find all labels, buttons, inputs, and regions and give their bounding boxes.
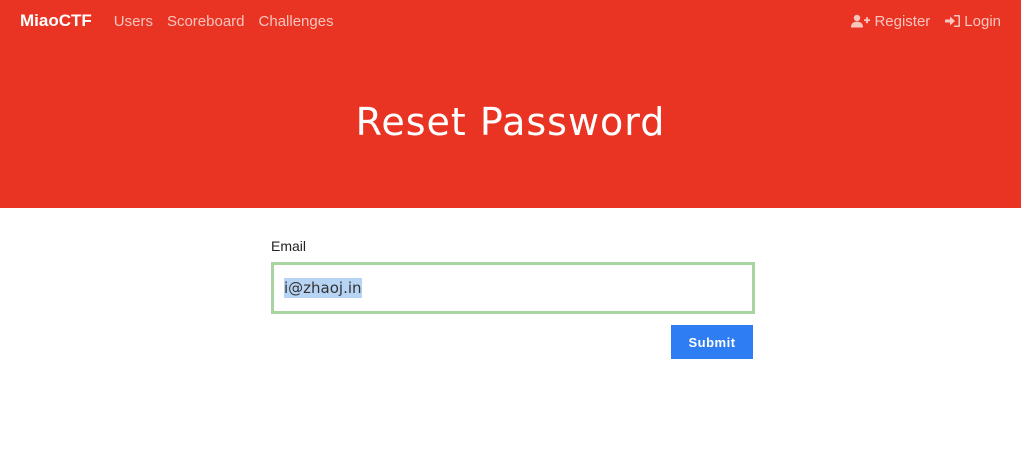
submit-button[interactable]: Submit: [671, 325, 753, 359]
nav-right-group: Register Login: [836, 13, 1001, 30]
nav-users-link[interactable]: Users: [114, 13, 153, 30]
sign-in-icon: [945, 15, 961, 27]
login-link[interactable]: Login: [945, 13, 1001, 30]
register-label: Register: [874, 12, 931, 30]
login-label: Login: [964, 12, 1001, 30]
register-link[interactable]: Register: [851, 13, 930, 30]
email-label: Email: [271, 238, 307, 254]
user-plus-icon: [851, 14, 871, 28]
page-title: Reset Password: [355, 100, 666, 144]
email-value: i@zhaoj.in: [284, 278, 362, 298]
nav-scoreboard-link[interactable]: Scoreboard: [167, 13, 245, 30]
reset-password-form: Email i@zhaoj.in Submit: [271, 238, 755, 359]
top-navbar: MiaoCTF Users Scoreboard Challenges Regi…: [0, 0, 1021, 42]
brand-link[interactable]: MiaoCTF: [20, 11, 92, 31]
email-field[interactable]: i@zhaoj.in: [271, 262, 755, 314]
nav-challenges-link[interactable]: Challenges: [259, 13, 334, 30]
